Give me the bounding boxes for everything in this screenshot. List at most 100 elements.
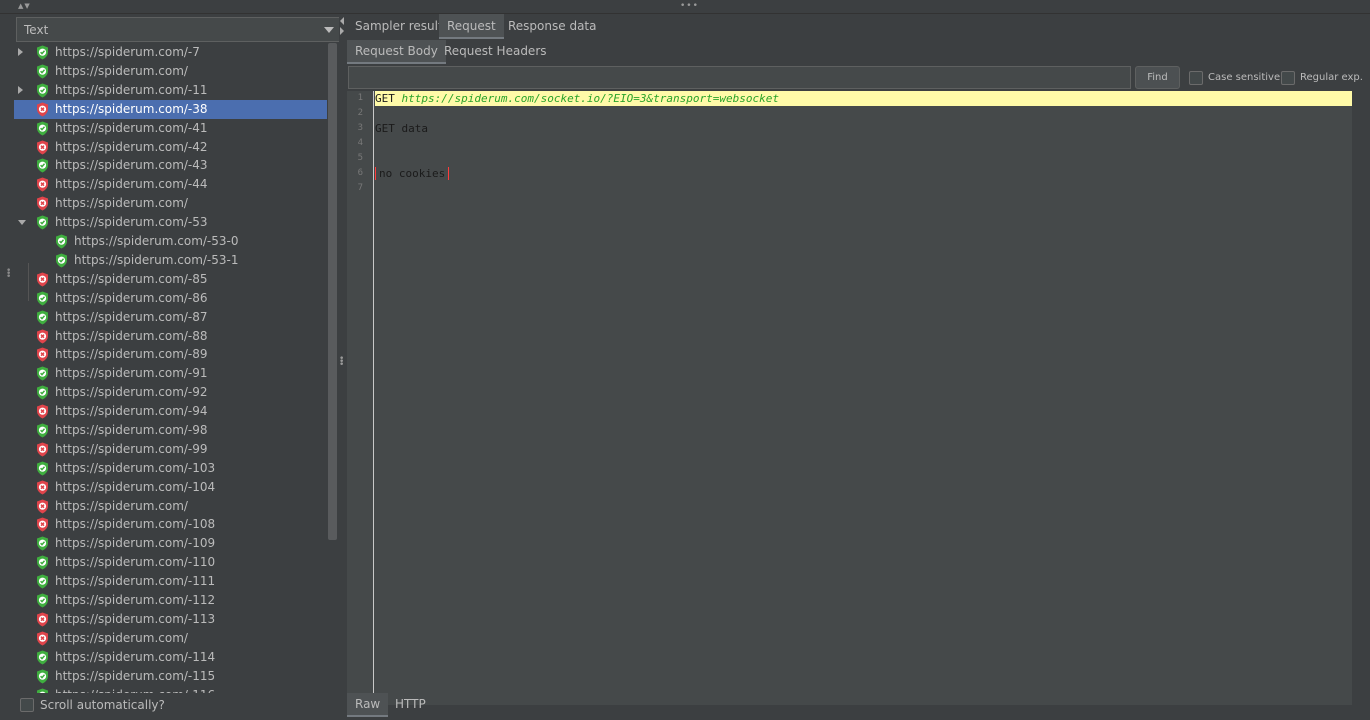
search-input[interactable] bbox=[348, 66, 1131, 89]
shield-x-icon bbox=[36, 404, 49, 419]
tree-row[interactable]: https://spiderum.com/-103 bbox=[14, 459, 327, 478]
tab-request[interactable]: Request bbox=[439, 14, 504, 39]
tree-row[interactable]: https://spiderum.com/-116 bbox=[14, 686, 327, 693]
shield-check-icon bbox=[36, 366, 49, 381]
tree-row[interactable]: https://spiderum.com/-53-1 bbox=[14, 251, 327, 270]
tree-row[interactable]: https://spiderum.com/-38 bbox=[14, 100, 327, 119]
tree-row[interactable]: https://spiderum.com/-108 bbox=[14, 515, 327, 534]
case-sensitive-checkbox[interactable] bbox=[1189, 71, 1203, 85]
chevron-down-icon[interactable] bbox=[18, 220, 26, 225]
tree-row[interactable]: https://spiderum.com/-111 bbox=[14, 572, 327, 591]
scroll-automatically-checkbox[interactable] bbox=[20, 698, 34, 712]
tree-row-label: https://spiderum.com/-94 bbox=[55, 404, 208, 418]
tree-row-label: https://spiderum.com/-86 bbox=[55, 291, 208, 305]
line-number: 2 bbox=[357, 108, 363, 118]
shield-x-icon bbox=[36, 347, 49, 362]
shield-check-icon bbox=[36, 555, 49, 570]
tree-row-label: https://spiderum.com/-98 bbox=[55, 423, 208, 437]
chevron-right-icon[interactable] bbox=[18, 48, 23, 56]
tree-row[interactable]: https://spiderum.com/ bbox=[14, 62, 327, 81]
collapse-left-arrow-icon[interactable] bbox=[340, 17, 344, 25]
tree-row-label: https://spiderum.com/-7 bbox=[55, 45, 200, 59]
tree-row[interactable]: https://spiderum.com/-109 bbox=[14, 534, 327, 553]
tab-response-data[interactable]: Response data bbox=[500, 14, 604, 39]
tree-row[interactable]: https://spiderum.com/-112 bbox=[14, 591, 327, 610]
tree-row-label: https://spiderum.com/-114 bbox=[55, 650, 216, 664]
tree-row[interactable]: https://spiderum.com/-110 bbox=[14, 553, 327, 572]
code-line-data: GET data bbox=[375, 122, 428, 135]
collapse-right-arrow-icon[interactable] bbox=[340, 27, 344, 35]
tree-row[interactable]: https://spiderum.com/-44 bbox=[14, 175, 327, 194]
tree-row-label: https://spiderum.com/ bbox=[55, 64, 188, 78]
tree-row-label: https://spiderum.com/-41 bbox=[55, 121, 208, 135]
tab-request-headers[interactable]: Request Headers bbox=[436, 40, 555, 64]
left-edge-handle-icon[interactable]: • • • bbox=[6, 267, 11, 282]
find-button[interactable]: Find bbox=[1135, 66, 1180, 89]
regular-exp-label: Regular exp. bbox=[1300, 72, 1363, 83]
shield-check-icon bbox=[36, 650, 49, 665]
request-body-editor[interactable]: 1 2 3 4 5 6 7 GET https://spiderum.com/s… bbox=[347, 91, 1352, 705]
tree-row[interactable]: https://spiderum.com/-92 bbox=[14, 383, 327, 402]
tree-row[interactable]: https://spiderum.com/-41 bbox=[14, 119, 327, 138]
tree-row-label: https://spiderum.com/-116 bbox=[55, 688, 215, 693]
tree-row[interactable]: https://spiderum.com/ bbox=[14, 194, 327, 213]
tree-row[interactable]: https://spiderum.com/-104 bbox=[14, 478, 327, 497]
tree-row[interactable]: https://spiderum.com/-113 bbox=[14, 610, 327, 629]
shield-check-icon bbox=[36, 593, 49, 608]
tree-row[interactable]: https://spiderum.com/-11 bbox=[14, 81, 327, 100]
tree-row[interactable]: https://spiderum.com/-99 bbox=[14, 440, 327, 459]
regular-exp-checkbox[interactable] bbox=[1281, 71, 1295, 85]
renderer-select-value: Text bbox=[24, 23, 49, 37]
shield-check-icon bbox=[36, 215, 49, 230]
line-number: 7 bbox=[357, 183, 363, 193]
request-url: https://spiderum.com/socket.io/?EIO=3&tr… bbox=[401, 92, 780, 105]
tree-row[interactable]: https://spiderum.com/-91 bbox=[14, 364, 327, 383]
tree-row[interactable]: https://spiderum.com/-89 bbox=[14, 345, 327, 364]
tree-scrollbar-thumb[interactable] bbox=[328, 43, 337, 540]
split-pane-divider[interactable]: • • • bbox=[339, 14, 347, 720]
code-line-cookies: no cookies bbox=[375, 166, 450, 181]
tree-row[interactable]: https://spiderum.com/ bbox=[14, 497, 327, 516]
editor-scrollbar[interactable] bbox=[1352, 91, 1370, 705]
tree-row-label: https://spiderum.com/-104 bbox=[55, 480, 216, 494]
shield-check-icon bbox=[36, 83, 49, 98]
tree-row[interactable]: https://spiderum.com/-114 bbox=[14, 648, 327, 667]
result-tabs: Sampler result Request Response data bbox=[347, 14, 1370, 39]
line-number-gutter: 1 2 3 4 5 6 7 bbox=[347, 91, 374, 705]
tab-sampler-result[interactable]: Sampler result bbox=[347, 14, 451, 39]
shield-x-icon bbox=[36, 272, 49, 287]
tree-row[interactable]: https://spiderum.com/ bbox=[14, 629, 327, 648]
shield-check-icon bbox=[36, 536, 49, 551]
shield-x-icon bbox=[36, 480, 49, 495]
tree-row-label: https://spiderum.com/-110 bbox=[55, 555, 216, 569]
shield-x-icon bbox=[36, 612, 49, 627]
sampler-tree: https://spiderum.com/-7 https://spiderum.… bbox=[14, 43, 327, 693]
tree-row-label: https://spiderum.com/ bbox=[55, 196, 188, 210]
tree-row[interactable]: https://spiderum.com/-88 bbox=[14, 327, 327, 346]
tab-request-body[interactable]: Request Body bbox=[347, 40, 446, 64]
tab-raw[interactable]: Raw bbox=[347, 693, 389, 717]
tree-row[interactable]: https://spiderum.com/-42 bbox=[14, 138, 327, 157]
shield-check-icon bbox=[36, 669, 49, 684]
line-number: 1 bbox=[357, 93, 363, 103]
tree-row[interactable]: https://spiderum.com/-53-0 bbox=[14, 232, 327, 251]
tree-row[interactable]: https://spiderum.com/-43 bbox=[14, 156, 327, 175]
shield-x-icon bbox=[36, 329, 49, 344]
tab-http[interactable]: HTTP bbox=[387, 693, 434, 717]
tree-row[interactable]: https://spiderum.com/-94 bbox=[14, 402, 327, 421]
tree-row[interactable]: https://spiderum.com/-115 bbox=[14, 667, 327, 686]
tree-row-label: https://spiderum.com/-88 bbox=[55, 329, 208, 343]
tree-row[interactable]: https://spiderum.com/-98 bbox=[14, 421, 327, 440]
divider-grip-icon[interactable]: • • • bbox=[339, 355, 344, 370]
drag-handle-icon[interactable]: ••• bbox=[680, 1, 699, 11]
tree-row[interactable]: https://spiderum.com/-87 bbox=[14, 308, 327, 327]
shield-check-icon bbox=[36, 64, 49, 79]
top-split-bar[interactable]: ▲▼ ••• bbox=[0, 0, 1370, 14]
tree-row[interactable]: https://spiderum.com/-86 bbox=[14, 289, 327, 308]
tree-row[interactable]: https://spiderum.com/-53 bbox=[14, 213, 327, 232]
tree-row[interactable]: https://spiderum.com/-7 bbox=[14, 43, 327, 62]
renderer-select[interactable]: Text bbox=[16, 17, 340, 42]
collapse-expand-arrows-icon[interactable]: ▲▼ bbox=[18, 2, 31, 10]
chevron-right-icon[interactable] bbox=[18, 86, 23, 94]
tree-row[interactable]: https://spiderum.com/-85 bbox=[14, 270, 327, 289]
